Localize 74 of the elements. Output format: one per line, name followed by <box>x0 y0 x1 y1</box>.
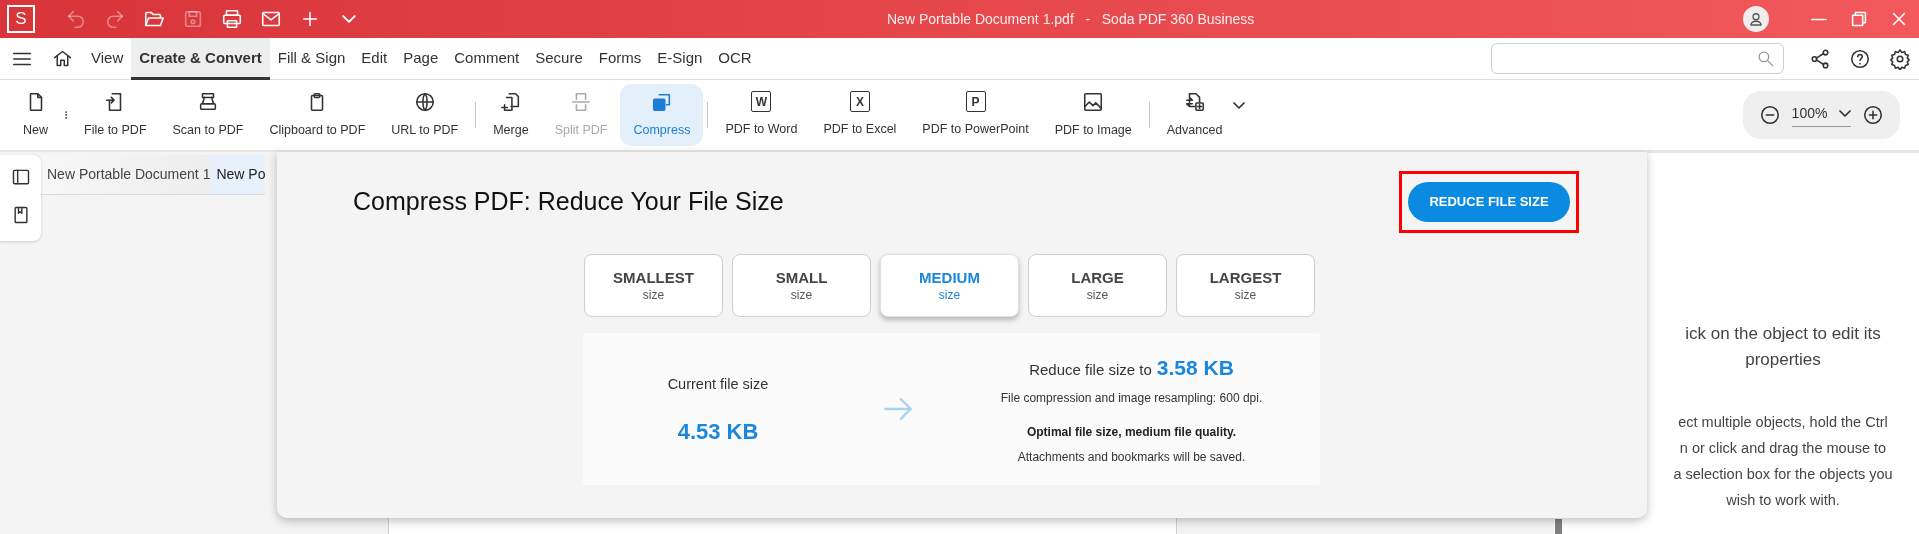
menu-tab[interactable]: Secure <box>527 37 591 80</box>
share-icon <box>1809 47 1831 70</box>
menu-tab[interactable]: Comment <box>446 37 528 80</box>
toolbar-button[interactable]: X PDF to Excel <box>810 84 910 146</box>
document-tab[interactable]: New Po <box>210 155 266 194</box>
toolbar-button[interactable]: Advanced <box>1153 84 1236 146</box>
chevron-down-icon <box>1839 110 1852 117</box>
size-option[interactable]: SMALL size <box>732 254 871 317</box>
sidebar-icon <box>10 167 31 187</box>
file-type-icon: W <box>751 91 772 113</box>
toolbar-button[interactable]: PDF to Image <box>1041 84 1145 146</box>
toolbar-button[interactable]: File to PDF <box>71 84 160 146</box>
menu-tab[interactable]: E-Sign <box>649 37 711 80</box>
zoom-dropdown[interactable]: 100% <box>1791 103 1852 127</box>
globe-icon <box>413 90 436 113</box>
size-option[interactable]: MEDIUM size <box>880 254 1019 317</box>
window-title: New Portable Document 1.pdf - Soda PDF 360 Business <box>887 9 1255 29</box>
account-button[interactable] <box>1743 6 1769 32</box>
toolbar-button[interactable]: P PDF to PowerPoint <box>909 84 1042 146</box>
file-type-icon: X <box>849 91 870 113</box>
reduce-file-size-button[interactable]: REDUCE FILE SIZE <box>1408 182 1570 222</box>
menu-tab[interactable]: Create & Convert <box>131 37 270 80</box>
toolbar-button[interactable]: W PDF to Word <box>712 84 811 146</box>
save-icon <box>182 8 204 30</box>
toolbar-button[interactable]: Merge <box>480 84 542 146</box>
merge-icon <box>499 90 522 113</box>
current-size-value: 4.53 KB <box>677 418 759 447</box>
advanced-icon <box>1183 90 1206 113</box>
current-size-label: Current file size <box>667 374 769 394</box>
menu-tab[interactable]: View <box>83 37 132 80</box>
panel-heading: ick on the object to edit its properties <box>1685 323 1881 371</box>
file-type-icon: P <box>965 91 986 113</box>
toolbar-button[interactable]: Compress <box>620 84 704 146</box>
zoom-out-button[interactable] <box>1758 104 1781 126</box>
panel-hint-text: ect multiple objects, hold the Ctrl n or click and drag the mouse to a selection box for the objects you wish to work with. <box>1673 413 1893 510</box>
toolbar-button[interactable]: Scan to PDF <box>159 84 257 146</box>
help-icon <box>1849 47 1871 70</box>
save-note: Attachments and bookmarks will be saved. <box>1017 449 1246 467</box>
zoom-in-button[interactable] <box>1862 104 1885 126</box>
panel-title: Compress PDF: Reduce Your File Size <box>353 186 784 218</box>
minimize-icon <box>1810 17 1828 21</box>
toolbar-button[interactable]: New <box>10 84 61 146</box>
reduce-size-label: Reduce file size to <box>1029 359 1152 380</box>
menu-tab[interactable]: OCR <box>710 37 760 80</box>
chevron-down-icon <box>1233 101 1246 109</box>
split-icon <box>570 90 593 113</box>
home-icon <box>51 48 73 69</box>
search-field[interactable] <box>1491 43 1784 74</box>
size-option[interactable]: SMALLEST size <box>584 254 723 317</box>
undo-icon <box>65 8 87 30</box>
size-option[interactable]: LARGEST size <box>1176 254 1315 317</box>
redo-icon <box>104 8 126 30</box>
search-icon <box>1756 49 1775 68</box>
plus-icon <box>1862 104 1885 126</box>
toolbar-icon-button[interactable] <box>1888 46 1912 71</box>
menu-tab[interactable]: Edit <box>353 37 396 80</box>
target-size-value: 3.58 KB <box>1156 354 1234 381</box>
quality-summary: Optimal file size, medium file quality. <box>1026 424 1237 442</box>
minus-icon <box>1758 104 1781 126</box>
settings-icon <box>1889 47 1911 70</box>
toolbar-button[interactable]: URL to PDF <box>378 84 472 146</box>
menu-tab[interactable]: Fill & Sign <box>269 37 354 80</box>
image-icon <box>1082 90 1105 113</box>
menu-tab[interactable]: Forms <box>590 37 650 80</box>
scrollbar-thumb[interactable] <box>1555 519 1562 534</box>
panel-toggle-button[interactable] <box>10 167 31 187</box>
toolbar-button[interactable]: Clipboard to PDF <box>256 84 379 146</box>
app-logo: S <box>7 5 35 33</box>
chevron-down-icon <box>342 15 356 23</box>
user-icon <box>1747 10 1765 28</box>
size-option[interactable]: LARGE size <box>1028 254 1167 317</box>
menu-tab[interactable]: Page <box>395 37 447 80</box>
printer-icon <box>221 8 243 30</box>
compression-detail: File compression and image resampling: 600 dpi. <box>1000 390 1263 408</box>
